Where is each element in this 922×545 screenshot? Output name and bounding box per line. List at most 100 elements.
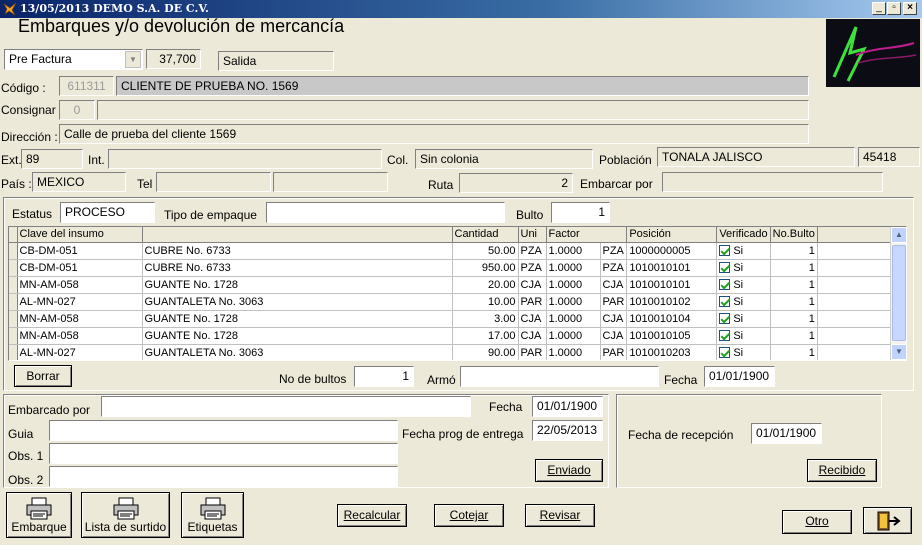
embarcar-field	[662, 172, 883, 192]
cell-empty	[9, 242, 18, 260]
cell-cantidad: 10.00	[452, 293, 519, 311]
scroll-down-icon[interactable]: ▼	[891, 344, 906, 360]
revisar-button[interactable]: Revisar	[525, 504, 595, 527]
col-cantidad[interactable]: Cantidad	[452, 227, 519, 243]
ext-label: Ext.	[1, 153, 22, 167]
verified-checkbox[interactable]	[719, 295, 731, 307]
cp-field: 45418	[858, 147, 920, 167]
poblacion-field: TONALA JALISCO	[657, 147, 855, 167]
main-window: 13/05/2013 DEMO S.A. DE C.V. _ ▫ × Embar…	[0, 0, 922, 545]
cell-empty	[817, 327, 902, 345]
cell-uni2: CJA	[600, 310, 628, 328]
minimize-icon[interactable]: _	[872, 2, 886, 15]
app-icon	[3, 2, 17, 16]
col-verificado[interactable]: Verificado	[716, 227, 771, 243]
table-row[interactable]: MN-AM-058 GUANTE No. 1728 17.00 CJA 1.0000 CJ…	[9, 327, 902, 345]
verified-checkbox[interactable]	[719, 329, 731, 341]
cell-uni2: CJA	[600, 327, 628, 345]
items-grid[interactable]: Clave del insumo Cantidad Uni Factor Pos…	[8, 226, 907, 361]
fecha-input[interactable]: 01/01/1900	[704, 366, 775, 387]
grid-scrollbar[interactable]: ▲ ▼	[890, 227, 906, 360]
dropdown-arrow-icon[interactable]: ▼	[125, 51, 141, 68]
ruta-label: Ruta	[428, 178, 454, 192]
cell-empty	[9, 327, 18, 345]
embarque-label: Embarque	[11, 520, 67, 534]
fecha-label: Fecha	[664, 373, 698, 387]
close-icon[interactable]: ×	[903, 2, 917, 15]
cell-no-bulto: 1	[770, 259, 818, 277]
cell-no-bulto: 1	[770, 276, 818, 294]
table-row[interactable]: MN-AM-058 GUANTE No. 1728 20.00 CJA 1.0000 CJ…	[9, 276, 902, 294]
cell-empty	[9, 276, 18, 294]
shipping-fecha-input[interactable]: 01/01/1900	[532, 396, 603, 417]
borrar-button[interactable]: Borrar	[14, 365, 72, 387]
cell-cantidad: 20.00	[452, 276, 519, 294]
cell-clave: MN-AM-058	[17, 276, 143, 294]
cell-uni: PZA	[518, 259, 547, 277]
recalcular-button[interactable]: Recalcular	[337, 504, 407, 527]
obs2-label: Obs. 2	[8, 473, 44, 487]
etiquetas-button[interactable]: Etiquetas	[181, 492, 244, 538]
armo-input[interactable]	[460, 366, 659, 387]
obs1-input[interactable]	[49, 443, 398, 464]
empaque-input[interactable]	[266, 202, 505, 223]
table-row[interactable]: MN-AM-058 GUANTE No. 1728 3.00 CJA 1.0000 CJA…	[9, 310, 902, 328]
cell-factor: 1.0000	[546, 242, 601, 260]
table-row[interactable]: CB-DM-051 CUBRE No. 6733 950.00 PZA 1.0000 PZ…	[9, 259, 902, 277]
ruta-field: 2	[459, 173, 573, 193]
otro-button[interactable]: Otro	[782, 510, 852, 534]
cell-posicion: 1010010102	[626, 293, 718, 311]
embarque-button[interactable]: Embarque	[6, 492, 72, 538]
embarcado-input[interactable]	[101, 396, 471, 417]
verified-checkbox[interactable]	[719, 312, 731, 324]
cell-clave: AL-MN-027	[17, 293, 143, 311]
armo-label: Armó	[427, 373, 456, 387]
cotejar-button[interactable]: Cotejar	[434, 504, 504, 527]
cell-uni: PZA	[518, 242, 547, 260]
pais-field: MEXICO	[32, 172, 126, 192]
doc-type-select[interactable]: Pre Factura ▼	[4, 49, 143, 70]
fecha-recepcion-input[interactable]: 01/01/1900	[751, 423, 822, 444]
no-bultos-input[interactable]: 1	[354, 366, 414, 387]
col-uni[interactable]: Uni	[518, 227, 547, 243]
cell-empty	[817, 344, 902, 360]
maximize-icon[interactable]: ▫	[887, 2, 901, 15]
col-descripcion[interactable]	[142, 227, 453, 243]
cell-empty	[817, 293, 902, 311]
enviado-button[interactable]: Enviado	[535, 459, 603, 482]
table-row[interactable]: AL-MN-027 GUANTALETA No. 3063 90.00 PAR 1.00…	[9, 344, 902, 360]
cell-verificado: Si	[716, 327, 771, 345]
col-factor[interactable]: Factor	[546, 227, 628, 243]
verified-checkbox[interactable]	[719, 261, 731, 273]
table-row[interactable]: CB-DM-051 CUBRE No. 6733 50.00 PZA 1.0000 PZA…	[9, 242, 902, 260]
scroll-thumb[interactable]	[892, 245, 906, 341]
embarcado-label: Embarcado por	[8, 403, 91, 417]
guia-input[interactable]	[49, 420, 398, 441]
verified-checkbox[interactable]	[719, 278, 731, 290]
col-no-bulto[interactable]: No.Bulto	[770, 227, 818, 243]
cell-empty	[817, 242, 902, 260]
cell-descripcion: CUBRE No. 6733	[142, 259, 453, 277]
cell-empty	[9, 344, 18, 360]
obs2-input[interactable]	[49, 466, 398, 487]
fecha-prog-input[interactable]: 22/05/2013	[532, 420, 603, 441]
table-row[interactable]: AL-MN-027 GUANTALETA No. 3063 10.00 PAR 1.00…	[9, 293, 902, 311]
cell-no-bulto: 1	[770, 310, 818, 328]
consignar-name-field	[97, 100, 809, 120]
lista-surtido-label: Lista de surtido	[84, 520, 167, 534]
recibido-button[interactable]: Recibido	[807, 459, 877, 482]
consignar-label: Consignar	[1, 103, 56, 117]
verified-checkbox[interactable]	[719, 346, 731, 358]
estatus-field[interactable]: PROCESO	[60, 202, 155, 223]
scroll-up-icon[interactable]: ▲	[891, 227, 906, 243]
bulto-input[interactable]: 1	[551, 202, 610, 223]
lista-surtido-button[interactable]: Lista de surtido	[81, 492, 170, 538]
verified-checkbox[interactable]	[719, 244, 731, 256]
cell-uni2: CJA	[600, 276, 628, 294]
direccion-label: Dirección :	[1, 130, 58, 144]
col-clave[interactable]: Clave del insumo	[17, 227, 143, 243]
col-posicion[interactable]: Posición	[626, 227, 718, 243]
exit-button[interactable]	[863, 507, 912, 534]
cell-uni: PAR	[518, 344, 547, 360]
cell-descripcion: CUBRE No. 6733	[142, 242, 453, 260]
